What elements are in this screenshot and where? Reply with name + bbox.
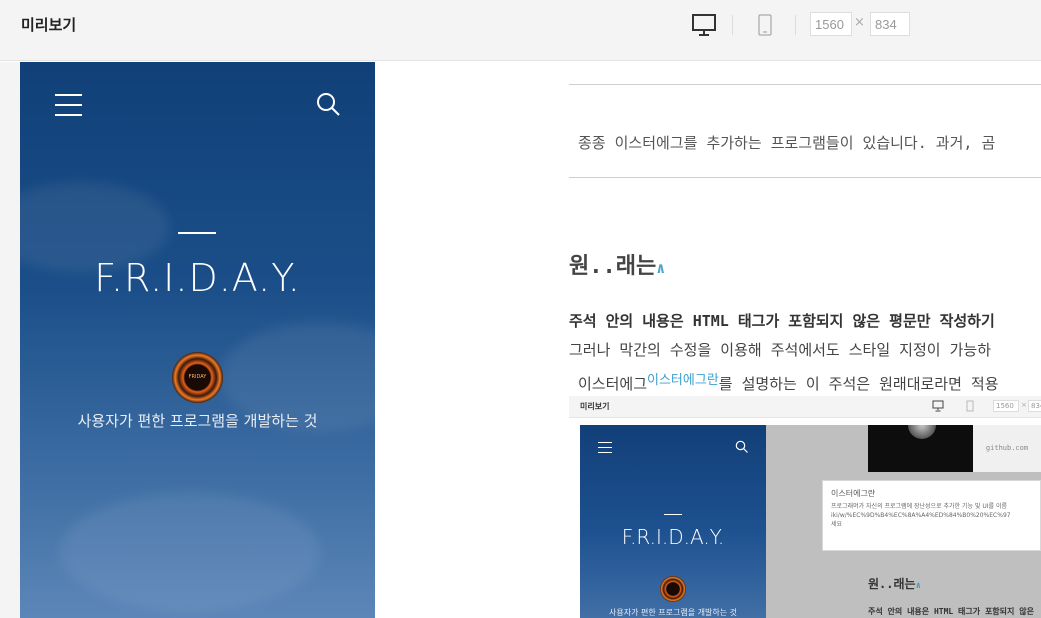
friday-logo bbox=[660, 576, 686, 602]
toolbar-divider bbox=[732, 15, 733, 35]
embedded-toolbar: 미리보기 1560 × 834 bbox=[569, 396, 1041, 418]
preview-title: 미리보기 bbox=[21, 16, 77, 34]
tooltip-line: iki/w/%EC%9D%B4%EC%8A%A4%ED%84%B0%20%EC%… bbox=[831, 512, 1011, 519]
mobile-view-button[interactable] bbox=[757, 13, 773, 37]
embedded-screenshot: 미리보기 1560 × 834 F.R.I.D.A.Y. 사용자가 편한 프로그… bbox=[569, 396, 1041, 618]
embedded-heading: 원..래는∧ bbox=[868, 575, 921, 592]
mobile-phone-icon bbox=[966, 400, 974, 412]
embedded-link-card: github.com bbox=[973, 425, 1041, 472]
desktop-monitor-icon bbox=[932, 400, 944, 412]
embedded-title: 미리보기 bbox=[580, 402, 610, 411]
viewport-width-field[interactable] bbox=[810, 12, 852, 36]
desktop-monitor-icon bbox=[692, 14, 716, 36]
hero-divider bbox=[178, 232, 216, 234]
section-heading: 원..래는∧ bbox=[569, 248, 665, 280]
heading-anchor-link[interactable]: ∧ bbox=[656, 259, 665, 277]
embedded-heading-text: 원..래는 bbox=[868, 577, 916, 591]
hero-subtitle: 사용자가 편한 프로그램을 개발하는 것 bbox=[77, 412, 318, 430]
hamburger-menu-icon[interactable] bbox=[55, 94, 82, 116]
dimension-separator: × bbox=[854, 15, 865, 30]
mobile-phone-icon bbox=[758, 14, 772, 36]
hero-title: F.R.I.D.A.Y. bbox=[94, 256, 301, 300]
body-line-footnote: 이스터에그이스터에그란를 설명하는 이 주석은 원래대로라면 적용 bbox=[578, 369, 999, 394]
moon-image bbox=[868, 425, 973, 472]
left-gutter bbox=[0, 62, 20, 618]
embedded-heading-anchor: ∧ bbox=[915, 581, 921, 591]
footnote-term: 이스터에그 bbox=[578, 375, 648, 393]
desktop-view-button[interactable] bbox=[691, 13, 717, 37]
preview-toolbar: 미리보기 × bbox=[0, 0, 1041, 61]
tooltip-line: 프로그래머가 자신의 프로그램에 장난성으로 추가한 기능 및 UI를 이름 bbox=[831, 503, 1007, 510]
embedded-hero-subtitle: 사용자가 편한 프로그램을 개발하는 것 bbox=[609, 608, 737, 617]
section-heading-text: 원..래는 bbox=[569, 254, 657, 279]
tooltip-title: 이스터에그란 bbox=[831, 489, 876, 498]
body-line: 그러나 막간의 수정을 이용해 주석에서도 스타일 지정이 가능하 bbox=[569, 341, 992, 359]
viewport-height-field[interactable] bbox=[870, 12, 910, 36]
embedded-hero-divider bbox=[664, 514, 682, 515]
logo-text: FRIDAY bbox=[188, 374, 207, 380]
embedded-hero: F.R.I.D.A.Y. 사용자가 편한 프로그램을 개발하는 것 bbox=[580, 425, 766, 618]
tooltip-line: 세요 bbox=[831, 521, 843, 528]
section-divider bbox=[569, 84, 1041, 85]
site-hero-preview: F.R.I.D.A.Y. FRIDAY 사용자가 편한 프로그램을 개발하는 것 bbox=[20, 62, 375, 618]
friday-logo: FRIDAY bbox=[172, 352, 223, 403]
embedded-height-value: 834 bbox=[1028, 400, 1041, 412]
footnote-link[interactable]: 이스터에그란 bbox=[647, 373, 719, 388]
footnote-trailing-text: 를 설명하는 이 주석은 원래대로라면 적용 bbox=[718, 375, 999, 393]
search-icon[interactable] bbox=[316, 92, 342, 118]
body-line-bold: 주석 안의 내용은 HTML 태그가 포함되지 않은 평문만 작성하기 bbox=[569, 312, 995, 330]
embedded-body-line: 주석 안의 내용은 HTML 태그가 포함되지 않은 bbox=[868, 607, 1034, 616]
embedded-hero-title: F.R.I.D.A.Y. bbox=[621, 525, 725, 549]
section-divider bbox=[569, 177, 1041, 178]
toolbar-divider bbox=[795, 15, 796, 35]
hamburger-menu-icon bbox=[598, 442, 612, 453]
search-icon bbox=[735, 440, 748, 453]
embedded-width-value: 1560 bbox=[993, 400, 1019, 412]
intro-paragraph: 종종 이스터에그를 추가하는 프로그램들이 있습니다. 과거, 곰 bbox=[578, 134, 996, 152]
embedded-dimension-separator: × bbox=[1021, 401, 1027, 409]
footnote-tooltip: 이스터에그란 프로그래머가 자신의 프로그램에 장난성으로 추가한 기능 및 U… bbox=[822, 480, 1041, 551]
